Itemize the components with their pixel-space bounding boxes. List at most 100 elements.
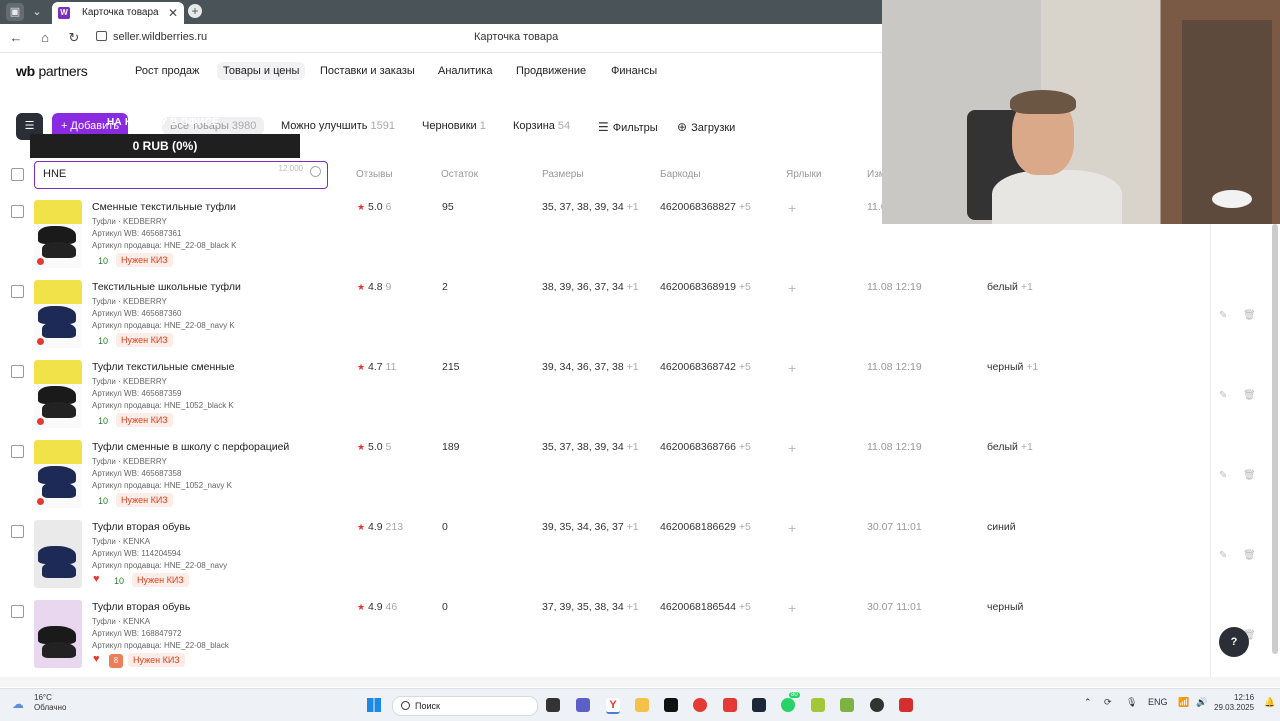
menu-sales-growth[interactable]: Рост продаж bbox=[135, 65, 199, 77]
row-checkbox[interactable] bbox=[11, 285, 24, 298]
task-view-icon[interactable] bbox=[546, 698, 560, 712]
menu-goods-prices[interactable]: Товары и цены bbox=[217, 62, 306, 80]
edit-icon[interactable]: ✎ bbox=[1219, 470, 1227, 481]
col-barcodes[interactable]: Баркоды bbox=[660, 169, 701, 180]
add-label-icon[interactable]: + bbox=[788, 200, 796, 216]
trash-icon[interactable]: 🗑 bbox=[1243, 390, 1256, 401]
table-row[interactable]: Туфли текстильные сменные Туфли · KEDBER… bbox=[0, 360, 1280, 440]
close-icon[interactable]: ✕ bbox=[168, 2, 178, 24]
add-label-icon[interactable]: + bbox=[788, 280, 796, 296]
filter-can-improve[interactable]: Можно улучшить 1591 bbox=[281, 120, 395, 132]
search-input[interactable]: HNE 12 000 bbox=[34, 161, 328, 189]
trash-icon[interactable]: 🗑 bbox=[1243, 310, 1256, 321]
url-field[interactable]: seller.wildberries.ru bbox=[113, 31, 207, 43]
wifi-icon[interactable]: 📶 bbox=[1178, 697, 1189, 708]
kiz-badge: Нужен КИЗ bbox=[116, 413, 173, 427]
product-name[interactable]: Туфли текстильные сменные bbox=[92, 361, 234, 373]
row-checkbox[interactable] bbox=[11, 205, 24, 218]
app-icon[interactable] bbox=[664, 698, 678, 712]
product-name[interactable]: Туфли вторая обувь bbox=[92, 601, 190, 613]
add-label-icon[interactable]: + bbox=[788, 520, 796, 536]
row-checkbox[interactable] bbox=[11, 525, 24, 538]
add-label-icon[interactable]: + bbox=[788, 600, 796, 616]
row-checkbox[interactable] bbox=[11, 445, 24, 458]
whatsapp-icon[interactable] bbox=[781, 698, 795, 712]
home-icon[interactable]: ⌂ bbox=[37, 30, 53, 45]
teams-icon[interactable] bbox=[576, 698, 590, 712]
tooltip: 0 RUB (0%) bbox=[30, 134, 300, 158]
col-stock[interactable]: Остаток bbox=[441, 169, 478, 180]
workspaces-icon[interactable]: ▣ bbox=[6, 3, 24, 21]
menu-promotion[interactable]: Продвижение bbox=[516, 65, 586, 77]
product-thumbnail[interactable] bbox=[34, 600, 82, 668]
folder-icon[interactable] bbox=[635, 698, 649, 712]
row-checkbox[interactable] bbox=[11, 365, 24, 378]
col-reviews[interactable]: Отзывы bbox=[356, 169, 393, 180]
product-thumbnail[interactable] bbox=[34, 280, 82, 348]
product-name[interactable]: Туфли вторая обувь bbox=[92, 521, 190, 533]
filter-trash[interactable]: Корзина 54 bbox=[513, 120, 570, 132]
trash-icon[interactable]: 🗑 bbox=[1243, 550, 1256, 561]
col-labels[interactable]: Ярлыки bbox=[786, 169, 821, 180]
article-seller: Артикул продавца: HNE_22-08_navy K bbox=[92, 321, 235, 330]
app-icon[interactable] bbox=[811, 698, 825, 712]
edit-icon[interactable]: ✎ bbox=[1219, 310, 1227, 321]
filter-count: 3980 bbox=[231, 120, 257, 132]
menu-analytics[interactable]: Аналитика bbox=[438, 65, 492, 77]
sizes: 39, 34, 36, 37, 38 +1 bbox=[542, 361, 639, 373]
product-name[interactable]: Текстильные школьные туфли bbox=[92, 281, 241, 293]
help-button[interactable]: ? bbox=[1219, 627, 1249, 657]
app-icon[interactable] bbox=[899, 698, 913, 712]
product-name[interactable]: Сменные текстильные туфли bbox=[92, 201, 236, 213]
browser-tab[interactable]: W Карточка товара ✕ bbox=[52, 2, 184, 24]
reload-icon[interactable]: ↻ bbox=[66, 30, 82, 46]
filter-drafts[interactable]: Черновики 1 bbox=[422, 120, 486, 132]
taskbar-search[interactable]: Поиск bbox=[392, 696, 538, 716]
chevron-up-icon[interactable]: ⌃ bbox=[1084, 697, 1092, 708]
app-icon[interactable] bbox=[870, 698, 884, 712]
chevron-down-icon[interactable]: ⌄ bbox=[28, 3, 46, 21]
weather-widget[interactable]: 16°C Облачно bbox=[34, 693, 66, 713]
new-tab-icon[interactable]: + bbox=[188, 4, 202, 18]
row-checkbox[interactable] bbox=[11, 605, 24, 618]
add-label-icon[interactable]: + bbox=[788, 440, 796, 456]
product-thumbnail[interactable] bbox=[34, 520, 82, 588]
product-thumbnail[interactable] bbox=[34, 200, 82, 268]
app-icon[interactable] bbox=[840, 698, 854, 712]
table-row[interactable]: Туфли вторая обувь Туфли · KENKA Артикул… bbox=[0, 600, 1280, 680]
add-label-icon[interactable]: + bbox=[788, 360, 796, 376]
select-all-checkbox[interactable] bbox=[11, 168, 24, 181]
mic-icon[interactable]: 🎙 bbox=[1126, 697, 1137, 708]
table-row[interactable]: Туфли сменные в школу с перфорацией Туфл… bbox=[0, 440, 1280, 520]
language-indicator[interactable]: ENG bbox=[1148, 697, 1168, 707]
wb-partners-logo[interactable]: wb partners bbox=[16, 63, 88, 79]
sync-icon[interactable]: ⟳ bbox=[1104, 697, 1112, 708]
trash-icon[interactable]: 🗑 bbox=[1243, 470, 1256, 481]
windows-start-icon[interactable] bbox=[367, 698, 381, 712]
yandex-icon[interactable] bbox=[723, 698, 737, 712]
table-row[interactable]: Текстильные школьные туфли Туфли · KEDBE… bbox=[0, 280, 1280, 360]
volume-icon[interactable]: 🔊 bbox=[1196, 697, 1207, 708]
barcode-value: 4620068368827 bbox=[660, 201, 736, 213]
clock[interactable]: 12:16 29.03.2025 bbox=[1214, 693, 1254, 713]
product-thumbnail[interactable] bbox=[34, 360, 82, 428]
downloads-button[interactable]: ⊕ Загрузки bbox=[677, 120, 735, 134]
horizontal-scrollbar[interactable] bbox=[0, 677, 1280, 687]
edit-icon[interactable]: ✎ bbox=[1219, 390, 1227, 401]
yandex-browser-icon[interactable]: Y bbox=[606, 698, 620, 714]
product-name[interactable]: Туфли сменные в школу с перфорацией bbox=[92, 441, 289, 453]
menu-finance[interactable]: Финансы bbox=[611, 65, 657, 77]
filters-button[interactable]: ☰ Фильтры bbox=[598, 120, 658, 134]
product-thumbnail[interactable] bbox=[34, 440, 82, 508]
col-sizes[interactable]: Размеры bbox=[542, 169, 584, 180]
vertical-scrollbar[interactable] bbox=[1272, 224, 1278, 654]
steam-icon[interactable] bbox=[752, 698, 766, 712]
edit-icon[interactable]: ✎ bbox=[1219, 550, 1227, 561]
notifications-icon[interactable]: 🔔 bbox=[1264, 697, 1275, 708]
back-icon[interactable]: ← bbox=[8, 30, 24, 45]
chrome-icon[interactable] bbox=[693, 698, 707, 712]
quantity: 10 bbox=[114, 576, 125, 586]
menu-supplies-orders[interactable]: Поставки и заказы bbox=[320, 65, 415, 77]
table-row[interactable]: Туфли вторая обувь Туфли · KENKA Артикул… bbox=[0, 520, 1280, 600]
search-icon[interactable] bbox=[310, 166, 321, 177]
